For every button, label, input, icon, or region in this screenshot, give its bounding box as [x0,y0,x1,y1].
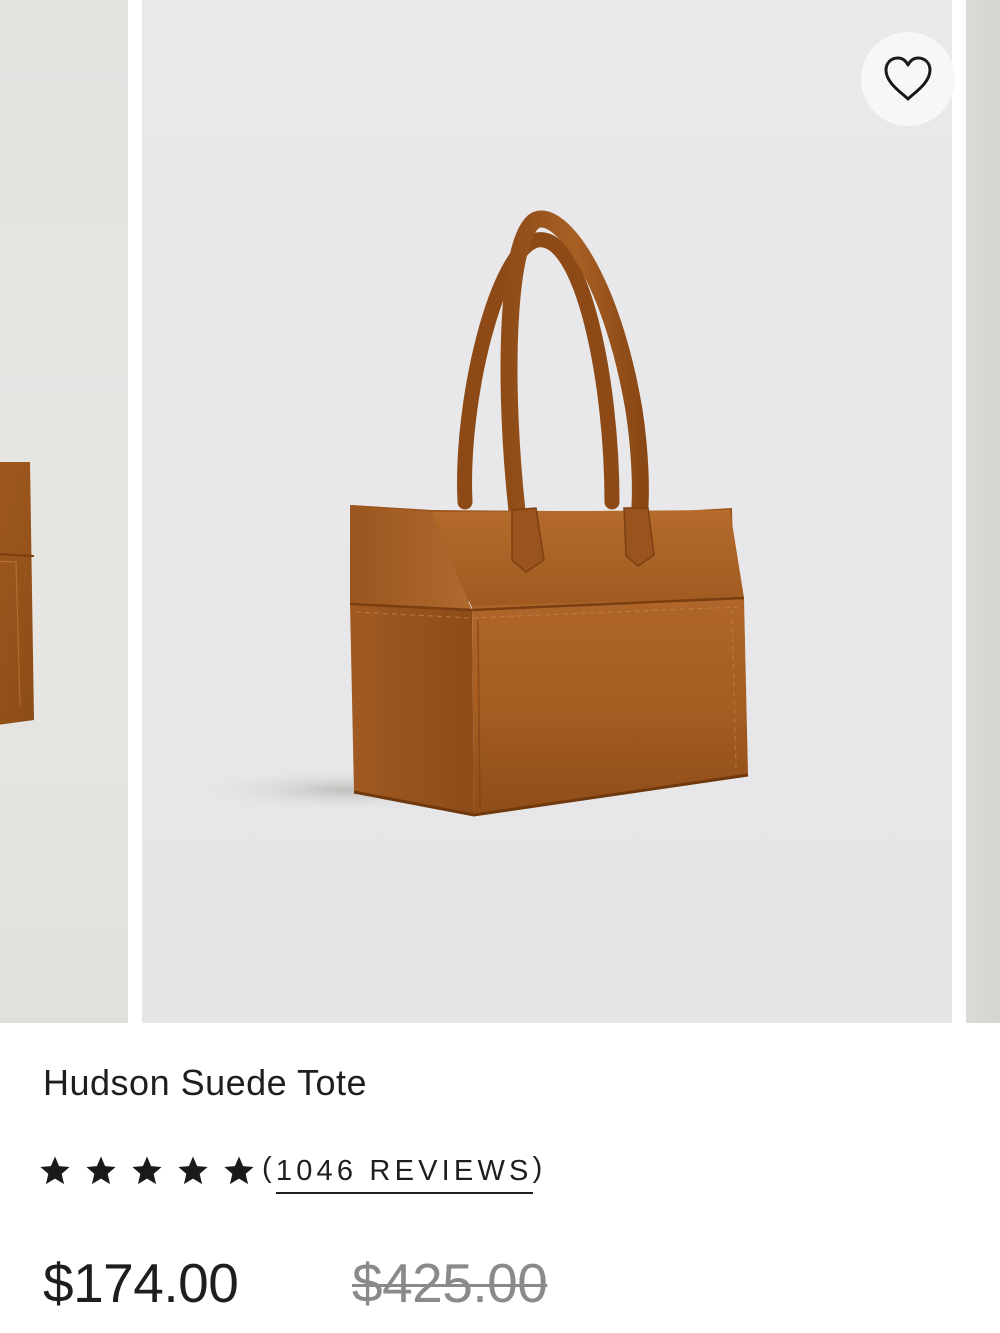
star-filled-icon [224,1156,254,1185]
star-filled-icon [178,1156,208,1185]
favorite-button[interactable] [861,32,955,126]
product-image-carousel[interactable] [0,0,1000,1023]
product-image-next[interactable] [966,0,1000,1023]
product-image-previous[interactable] [0,0,128,1023]
reviews-count-label[interactable]: 1046 REVIEWS [275,1155,533,1194]
heart-outline-icon [884,56,932,101]
star-filled-icon [132,1156,162,1185]
star-rating [38,1154,262,1188]
product-title: Hudson Suede Tote [43,1062,368,1103]
reviews-close-paren: ) [532,1151,547,1184]
rating-row: ( 1046 REVIEWS ) [38,1149,546,1194]
reviews-open-paren: ( [262,1151,276,1184]
product-image-main[interactable] [142,0,952,1023]
star-filled-icon [86,1156,116,1185]
original-price: $425.00 [352,1252,548,1314]
star-filled-icon [40,1156,70,1185]
sale-price: $174.00 [43,1252,239,1314]
reviews-link[interactable]: ( 1046 REVIEWS ) [262,1149,546,1194]
